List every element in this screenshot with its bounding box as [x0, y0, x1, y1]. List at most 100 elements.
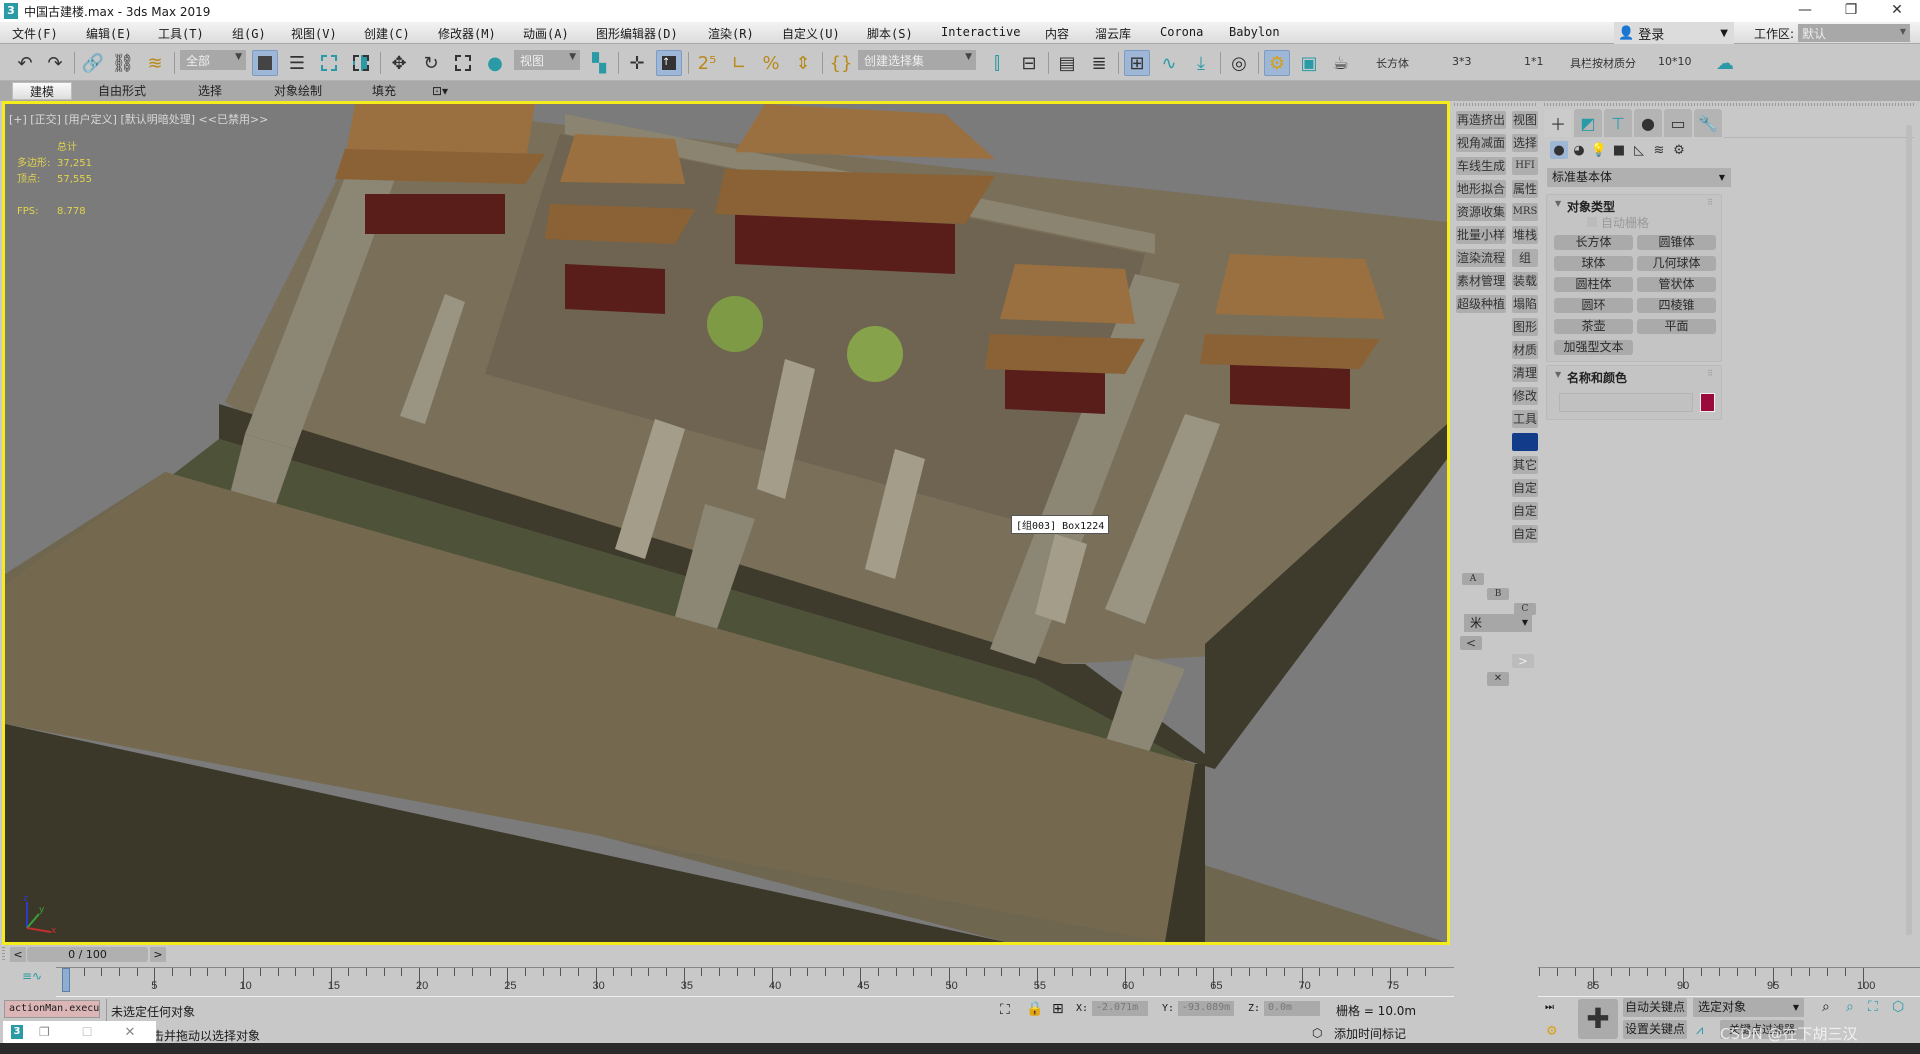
create-geosphere-button[interactable]: 几何球体: [1637, 256, 1716, 271]
unlink-icon[interactable]: ⛓: [110, 50, 136, 76]
create-textplus-button[interactable]: 加强型文本: [1554, 340, 1633, 355]
hierarchy-tab[interactable]: ⊤: [1604, 109, 1632, 137]
ribbon-options-dropdown[interactable]: ⊡▾: [426, 82, 454, 100]
modify-tab[interactable]: ◩: [1574, 109, 1602, 137]
grip-handle[interactable]: [1544, 103, 1916, 106]
selection-filter-dropdown[interactable]: 全部 ▼: [180, 50, 246, 70]
tool-select[interactable]: 选择: [1512, 134, 1538, 152]
auto-key-button[interactable]: 自动关键点: [1623, 998, 1687, 1017]
maxscript-listener[interactable]: actionMan.execu: [4, 1000, 100, 1018]
create-tube-button[interactable]: 管状体: [1637, 277, 1716, 292]
tool-asset-collect[interactable]: 资源收集: [1456, 203, 1506, 221]
schematic-view-icon[interactable]: ⤓: [1188, 50, 1214, 76]
z-coordinate-field[interactable]: 0.0m: [1264, 1001, 1320, 1016]
link-icon[interactable]: 🔗: [80, 50, 106, 76]
tool-render-flow[interactable]: 渲染流程: [1456, 249, 1506, 267]
create-torus-button[interactable]: 圆环: [1554, 298, 1633, 313]
lights-category-icon[interactable]: 💡: [1590, 141, 1608, 159]
edit-named-selection-icon[interactable]: {}: [828, 50, 854, 76]
zoom-all-icon[interactable]: ⌕: [1846, 999, 1854, 1015]
prev-button[interactable]: <: [1460, 636, 1482, 650]
restore-button[interactable]: ❐: [1828, 0, 1874, 22]
shapes-category-icon[interactable]: ◕: [1570, 141, 1588, 159]
object-type-title[interactable]: 对象类型: [1567, 198, 1615, 215]
keyboard-shortcut-override-icon[interactable]: ↑: [656, 50, 682, 76]
tool-other[interactable]: 其它: [1512, 456, 1538, 474]
prev-frame-button[interactable]: <: [10, 947, 26, 962]
tool-collapse[interactable]: 塌陷: [1512, 295, 1538, 313]
tool-hfi[interactable]: HFI: [1512, 157, 1538, 175]
viewport-label[interactable]: [+] [正交] [用户定义] [默认明暗处理] <<已禁用>>: [9, 111, 268, 127]
menu-file[interactable]: 文件(F): [12, 25, 58, 42]
window-crossing-icon[interactable]: [348, 50, 374, 76]
create-plane-button[interactable]: 平面: [1637, 319, 1716, 334]
menu-tools[interactable]: 工具(T): [158, 25, 204, 42]
pivot-icon[interactable]: ▚: [586, 50, 612, 76]
tool-utilities[interactable]: 工具: [1512, 410, 1538, 428]
snap-toggle-icon[interactable]: 2⁵: [694, 50, 720, 76]
tool-spline-gen[interactable]: 车线生成: [1456, 157, 1506, 175]
menu-animation[interactable]: 动画(A): [523, 25, 569, 42]
key-mode-dropdown[interactable]: 选定对象 ▼: [1693, 998, 1804, 1017]
panel-scrollbar[interactable]: [1906, 125, 1912, 935]
menu-corona[interactable]: Corona: [1160, 25, 1203, 39]
menu-graph-editors[interactable]: 图形编辑器(D): [596, 25, 678, 42]
autogrid-checkbox[interactable]: [1587, 217, 1597, 227]
restore-icon[interactable]: ❐: [39, 1025, 50, 1039]
layer-explorer-icon[interactable]: ≣: [1086, 50, 1112, 76]
menu-interactive[interactable]: Interactive: [941, 25, 1020, 39]
isolate-selection-icon[interactable]: ⛶: [1000, 1002, 1010, 1018]
tool-load[interactable]: 装载: [1512, 272, 1538, 290]
create-pyramid-button[interactable]: 四棱锥: [1637, 298, 1716, 313]
next-button[interactable]: >: [1512, 654, 1534, 668]
utilities-tab[interactable]: 🔧: [1694, 109, 1722, 137]
custom-button-split-by-material[interactable]: 具栏按材质分: [1570, 55, 1636, 71]
tool-shape[interactable]: 图形: [1512, 318, 1538, 336]
tool-batch-preview[interactable]: 批量小样: [1456, 226, 1506, 244]
rotate-icon[interactable]: ↻: [418, 50, 444, 76]
bind-spacewarp-icon[interactable]: ≋: [142, 50, 168, 76]
button-b[interactable]: B: [1487, 588, 1509, 600]
undo-icon[interactable]: ↶: [12, 50, 38, 76]
unit-dropdown[interactable]: 米 ▼: [1464, 614, 1532, 632]
primitive-type-dropdown[interactable]: 标准基本体 ▼: [1547, 168, 1731, 187]
tool-reextrude[interactable]: 再造挤出: [1456, 111, 1506, 129]
close-button[interactable]: ✕: [1874, 0, 1920, 22]
create-box-button[interactable]: 长方体: [1554, 235, 1633, 250]
scene-explorer-icon[interactable]: ▤: [1054, 50, 1080, 76]
tool-modify[interactable]: 修改: [1512, 387, 1538, 405]
ribbon-tab-populate[interactable]: 填充: [368, 82, 400, 100]
button-a[interactable]: A: [1462, 573, 1484, 585]
selection-lock-icon[interactable]: 🔒: [1026, 1001, 1043, 1017]
zoom-extents-icon[interactable]: ⛶: [1868, 999, 1878, 1015]
move-icon[interactable]: ✥: [386, 50, 412, 76]
menu-group[interactable]: 组(G): [232, 25, 266, 42]
material-editor-icon[interactable]: ◎: [1226, 50, 1252, 76]
minimize-button[interactable]: —: [1782, 0, 1828, 22]
ribbon-tab-selection[interactable]: 选择: [190, 82, 230, 100]
ribbon-tab-freeform[interactable]: 自由形式: [92, 82, 152, 100]
tool-custom-3[interactable]: 自定: [1512, 525, 1538, 543]
scale-icon[interactable]: [450, 50, 476, 76]
add-time-tag-button[interactable]: 添加时间标记: [1334, 1025, 1406, 1042]
menu-edit[interactable]: 编辑(E): [86, 25, 132, 42]
tool-view-reduce[interactable]: 视角减面: [1456, 134, 1506, 152]
menu-views[interactable]: 视图(V): [291, 25, 337, 42]
time-config-icon[interactable]: ⚙: [1546, 1024, 1558, 1039]
close-icon[interactable]: ✕: [125, 1025, 136, 1040]
create-cone-button[interactable]: 圆锥体: [1637, 235, 1716, 250]
ribbon-tab-object-paint[interactable]: 对象绘制: [268, 82, 328, 100]
ribbon-tab-modeling[interactable]: 建模: [12, 82, 72, 100]
menu-content[interactable]: 内容: [1045, 25, 1069, 42]
tool-highlighted[interactable]: [1512, 433, 1538, 451]
y-coordinate-field[interactable]: -93.089m: [1178, 1001, 1234, 1016]
add-time-tag-icon[interactable]: ⬡: [1312, 1026, 1322, 1040]
absolute-mode-icon[interactable]: ⊞: [1052, 1001, 1064, 1017]
object-name-input[interactable]: [1559, 393, 1693, 412]
cameras-category-icon[interactable]: ■: [1610, 141, 1628, 159]
align-icon[interactable]: ⊟: [1016, 50, 1042, 76]
placement-icon[interactable]: ●: [482, 50, 508, 76]
menu-customize[interactable]: 自定义(U): [782, 25, 840, 42]
time-slider[interactable]: 0 / 100: [27, 947, 148, 962]
ref-coord-dropdown[interactable]: 视图 ▼: [514, 50, 580, 70]
